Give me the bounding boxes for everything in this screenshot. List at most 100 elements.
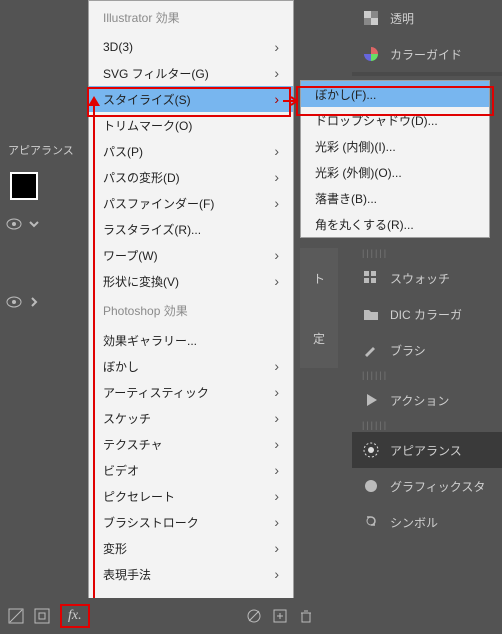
menu-item-label: スタイライズ(S) xyxy=(103,91,191,108)
menu-item[interactable]: ドロップシャドウ(D)... xyxy=(301,107,489,133)
menu-item[interactable]: ブラシストローク › xyxy=(89,509,293,535)
effects-menu: Illustrator 効果 3D(3)›SVG フィルター(G)›スタイライズ… xyxy=(88,0,294,600)
appearance-icon xyxy=(362,441,380,459)
clear-icon[interactable] xyxy=(246,608,262,624)
menu-item[interactable]: パス(P) › xyxy=(89,138,293,164)
menu-item[interactable]: SVG フィルター(G) › xyxy=(89,60,293,86)
menu-item-label: ブラシストローク xyxy=(103,514,199,531)
dock-item-appearance[interactable]: アピアランス xyxy=(352,432,502,468)
panel-title: アピアランス xyxy=(0,136,88,164)
menu-item[interactable]: 落書き(B)... xyxy=(301,185,489,211)
menu-section-header: Illustrator 効果 xyxy=(89,1,293,34)
menu-item-label: ドロップシャドウ(D)... xyxy=(315,112,438,129)
menu-item[interactable]: スタイライズ(S) › xyxy=(89,86,293,112)
layer-row[interactable] xyxy=(0,286,88,318)
fx-button[interactable]: fx. xyxy=(60,604,90,628)
dock-label: シンボル xyxy=(390,514,438,531)
submenu-arrow-icon: › xyxy=(274,410,279,426)
menu-item[interactable]: 角を丸くする(R)... xyxy=(301,211,489,237)
dock-label: グラフィックスタ xyxy=(390,478,485,495)
layer-row[interactable] xyxy=(0,208,88,240)
menu-item[interactable]: パスファインダー(F) › xyxy=(89,190,293,216)
menu-item[interactable]: 形状に変換(V) › xyxy=(89,268,293,294)
menu-item-label: 形状に変換(V) xyxy=(103,273,179,290)
submenu-arrow-icon: › xyxy=(274,65,279,81)
menu-item-label: 角を丸くする(R)... xyxy=(315,216,414,233)
submenu-arrow-icon: › xyxy=(274,358,279,374)
menu-item-label: 3D(3) xyxy=(103,40,133,54)
dock-item-graphicstyle[interactable]: グラフィックスタ xyxy=(352,468,502,504)
submenu-arrow-icon: › xyxy=(274,39,279,55)
swatch-icon xyxy=(362,269,380,287)
menu-item[interactable]: 表現手法› xyxy=(89,561,293,587)
submenu-arrow-icon: › xyxy=(274,195,279,211)
chevron-down-icon[interactable] xyxy=(28,218,40,230)
menu-item-label: パスファインダー(F) xyxy=(103,195,214,212)
dock-item-swatch[interactable]: スウォッチ xyxy=(352,260,502,296)
brush-icon xyxy=(362,341,380,359)
menu-item[interactable]: 光彩 (外側)(O)... xyxy=(301,159,489,185)
dock-item-symbol[interactable]: シンボル xyxy=(352,504,502,540)
menu-item[interactable]: 変形› xyxy=(89,535,293,561)
dock-item-brush[interactable]: ブラシ xyxy=(352,332,502,368)
menu-item[interactable]: 効果ギャラリー... xyxy=(89,327,293,353)
submenu-arrow-icon: › xyxy=(274,143,279,159)
submenu-arrow-icon: › xyxy=(274,91,279,107)
menu-item[interactable]: 3D(3) › xyxy=(89,34,293,60)
menu-item-label: SVG フィルター(G) xyxy=(103,65,209,82)
no-fill-icon[interactable] xyxy=(8,608,24,624)
dock-item-action[interactable]: アクション xyxy=(352,382,502,418)
menu-item[interactable]: パスの変形(D)› xyxy=(89,164,293,190)
panel-grip: |||||| xyxy=(352,246,502,260)
menu-item-label: ピクセレート xyxy=(103,488,175,505)
menu-section-header: Photoshop 効果 xyxy=(89,294,293,327)
menu-item-label: ぼかし(F)... xyxy=(315,86,376,103)
trash-icon[interactable] xyxy=(298,608,314,624)
chevron-right-icon[interactable] xyxy=(28,296,40,308)
menu-item[interactable]: ラスタライズ(R)... xyxy=(89,216,293,242)
menu-item[interactable]: ぼかし › xyxy=(89,353,293,379)
appearance-footer: fx. xyxy=(0,598,322,634)
menu-item-label: パス(P) xyxy=(103,143,143,160)
menu-item[interactable]: ぼかし(F)... xyxy=(301,81,489,107)
menu-item[interactable]: 光彩 (内側)(I)... xyxy=(301,133,489,159)
duplicate-icon[interactable] xyxy=(272,608,288,624)
dock-label: 透明 xyxy=(390,10,414,27)
strip-char: 定 xyxy=(313,330,325,347)
dock-item-transparency[interactable]: 透明 xyxy=(352,0,502,36)
menu-item-label: パスの変形(D) xyxy=(103,169,180,186)
submenu-arrow-icon: › xyxy=(274,273,279,289)
dock-label: アクション xyxy=(390,392,449,409)
menu-item[interactable]: アーティスティック› xyxy=(89,379,293,405)
menu-item[interactable]: ワープ(W)› xyxy=(89,242,293,268)
symbol-icon xyxy=(362,513,380,531)
dock-item-dic[interactable]: DIC カラーガ xyxy=(352,296,502,332)
fill-swatch[interactable] xyxy=(10,172,38,200)
menu-item-label: ビデオ xyxy=(103,462,139,479)
visibility-icon[interactable] xyxy=(6,218,22,230)
submenu-arrow-icon: › xyxy=(274,436,279,452)
stylize-submenu: ぼかし(F)... ドロップシャドウ(D)... 光彩 (内側)(I)... 光彩 (… xyxy=(300,80,490,238)
menu-item[interactable]: スケッチ› xyxy=(89,405,293,431)
menu-item[interactable]: ピクセレート › xyxy=(89,483,293,509)
visibility-icon[interactable] xyxy=(6,296,22,308)
menu-item-label: 落書き(B)... xyxy=(315,190,377,207)
menu-item-label: テクスチャ xyxy=(103,436,163,453)
dock-label: アピアランス xyxy=(390,442,462,459)
menu-item[interactable]: トリムマーク(O) xyxy=(89,112,293,138)
submenu-arrow-icon: › xyxy=(274,514,279,530)
dock-item-colorguide[interactable]: カラーガイド xyxy=(352,36,502,72)
submenu-arrow-icon: › xyxy=(274,384,279,400)
menu-item-label: ぼかし xyxy=(103,358,139,375)
appearance-panel: アピアランス xyxy=(0,136,88,634)
stroke-icon[interactable] xyxy=(34,608,50,624)
menu-item[interactable]: ビデオ› xyxy=(89,457,293,483)
annotation-arrow-head xyxy=(88,96,100,106)
dock-label: DIC カラーガ xyxy=(390,306,462,323)
folder-icon xyxy=(362,305,380,323)
menu-item-label: 光彩 (外側)(O)... xyxy=(315,164,402,181)
submenu-arrow-icon: › xyxy=(274,247,279,263)
submenu-arrow-icon: › xyxy=(274,488,279,504)
menu-item[interactable]: テクスチャ › xyxy=(89,431,293,457)
dock-label: カラーガイド xyxy=(390,46,462,63)
